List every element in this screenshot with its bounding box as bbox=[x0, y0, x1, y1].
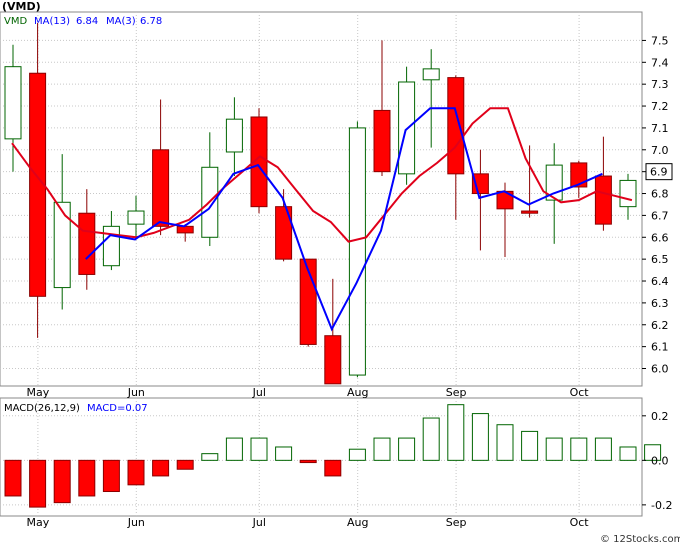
macd-bar-negative bbox=[152, 459, 170, 477]
macd-date-tick-label: Sep bbox=[446, 516, 467, 529]
candle-body bbox=[373, 109, 391, 173]
macd-bar-positive bbox=[619, 446, 637, 461]
price-tick-label: 7.0 bbox=[651, 144, 669, 157]
price-tick-label: 6.8 bbox=[651, 188, 669, 201]
candle-body bbox=[447, 77, 465, 175]
macd-title: MACD(26,12,9) bbox=[4, 403, 80, 414]
candle-body bbox=[53, 201, 71, 289]
macd-bar-positive bbox=[570, 437, 588, 461]
candle-body bbox=[594, 175, 612, 225]
price-tick-label: 6.2 bbox=[651, 319, 669, 332]
price-tick-label: 7.5 bbox=[651, 34, 669, 47]
price-tick-label: 6.0 bbox=[651, 363, 669, 376]
macd-bar-positive bbox=[422, 417, 440, 461]
candle-body bbox=[521, 210, 539, 214]
price-tick-label: 6.4 bbox=[651, 275, 669, 288]
macd-bar-positive bbox=[398, 437, 416, 461]
macd-bar-negative bbox=[4, 459, 22, 497]
macd-date-tick-label: May bbox=[27, 516, 50, 529]
candle-body bbox=[422, 68, 440, 81]
macd-tick-label: 0.2 bbox=[651, 410, 669, 423]
macd-bar-positive bbox=[348, 448, 366, 461]
date-tick-label: Jun bbox=[127, 386, 145, 399]
stock-chart: 7.5 7.4 7.3 7.2 7.1 7.0 6.9 6.8 6.7 6.6 6.5 6.4 6.3 6… bbox=[0, 0, 680, 546]
macd-bar-positive bbox=[447, 404, 465, 461]
macd-tick-label: -0.2 bbox=[651, 499, 672, 512]
candle-body bbox=[152, 149, 170, 227]
candle-body bbox=[176, 225, 194, 234]
ma13-value: 6.84 bbox=[76, 16, 98, 27]
price-tick-label: 6.1 bbox=[651, 341, 669, 354]
price-tick-label: 7.4 bbox=[651, 56, 669, 69]
date-tick-label: Jul bbox=[252, 386, 266, 399]
macd-bar-positive bbox=[545, 437, 563, 461]
macd-bar-positive bbox=[496, 424, 514, 461]
candle-body bbox=[127, 210, 145, 225]
price-tick-label: 6.6 bbox=[651, 231, 669, 244]
ma13-label: MA(13) bbox=[34, 16, 70, 27]
macd-bar-negative bbox=[102, 459, 120, 493]
last-price-label: 6.9 bbox=[650, 166, 668, 179]
macd-bar-positive bbox=[275, 446, 293, 461]
candle-body bbox=[225, 118, 243, 153]
macd-bar-positive bbox=[225, 437, 243, 461]
macd-date-tick-label: Jun bbox=[127, 516, 145, 529]
candle-body bbox=[78, 212, 96, 275]
price-tick-label: 6.5 bbox=[651, 253, 669, 266]
date-tick-label: Sep bbox=[446, 386, 467, 399]
ma3-label: MA(3) bbox=[106, 16, 136, 27]
candle-body bbox=[348, 127, 366, 376]
candle-body bbox=[102, 225, 120, 267]
macd-date-tick-label: Aug bbox=[347, 516, 368, 529]
macd-bar-negative bbox=[299, 459, 317, 464]
macd-tick-label: 0.0 bbox=[651, 454, 669, 467]
date-tick-label: May bbox=[27, 386, 50, 399]
watermark: © 12Stocks.com bbox=[600, 534, 680, 545]
date-tick-label: Aug bbox=[347, 386, 368, 399]
macd-bar-negative bbox=[29, 459, 47, 508]
price-tick-label: 6.3 bbox=[651, 297, 669, 310]
chart-title: (VMD) bbox=[2, 0, 41, 13]
last-price-marker: 6.9 bbox=[645, 163, 673, 181]
macd-bar-positive bbox=[594, 437, 612, 461]
candle-body bbox=[4, 66, 22, 140]
macd-bar-negative bbox=[53, 459, 71, 504]
macd-bar-negative bbox=[78, 459, 96, 497]
ticker-label: VMD bbox=[4, 16, 27, 27]
macd-bar-positive bbox=[471, 413, 489, 461]
macd-bar-negative bbox=[127, 459, 145, 486]
ma3-value: 6.78 bbox=[140, 16, 162, 27]
date-tick-label: Oct bbox=[570, 386, 590, 399]
macd-date-tick-label: Jul bbox=[252, 516, 266, 529]
macd-bar-positive bbox=[201, 453, 219, 461]
price-tick-label: 7.2 bbox=[651, 100, 669, 113]
macd-bar-negative bbox=[324, 459, 342, 477]
macd-bar-positive bbox=[250, 437, 268, 461]
macd-bar-positive bbox=[373, 437, 391, 461]
macd-bar-negative bbox=[176, 459, 194, 470]
price-tick-label: 7.1 bbox=[651, 122, 669, 135]
macd-value-label: MACD=0.07 bbox=[87, 403, 148, 414]
macd-date-tick-label: Oct bbox=[570, 516, 590, 529]
price-tick-label: 7.3 bbox=[651, 78, 669, 91]
candle-body bbox=[619, 179, 637, 208]
macd-bar-positive bbox=[521, 430, 539, 461]
price-tick-label: 6.7 bbox=[651, 209, 669, 222]
candle-body bbox=[324, 335, 342, 385]
